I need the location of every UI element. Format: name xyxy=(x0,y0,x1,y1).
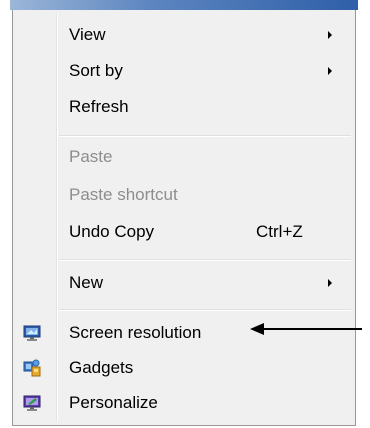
menu-item-label: New xyxy=(69,273,104,292)
menu-item-label: Undo Copy xyxy=(69,222,155,241)
menu-item-refresh[interactable]: Refresh xyxy=(15,90,353,124)
menu-item-new[interactable]: New xyxy=(15,266,353,300)
menu-item-view[interactable]: View xyxy=(15,18,353,52)
gadgets-icon xyxy=(23,359,41,377)
submenu-arrow-icon xyxy=(328,279,332,287)
submenu-arrow-icon xyxy=(328,31,332,39)
menu-item-label: Sort by xyxy=(69,61,123,80)
menu-item-shortcut: Ctrl+Z xyxy=(256,222,303,241)
page: View Sort by Refresh Paste Paste shortcu… xyxy=(0,0,370,428)
menu-item-paste: Paste xyxy=(15,140,353,174)
menu-item-label: View xyxy=(69,25,106,44)
menu-item-label: Screen resolution xyxy=(69,323,202,342)
menu-item-sort-by[interactable]: Sort by xyxy=(15,54,353,88)
menu-item-paste-shortcut: Paste shortcut xyxy=(15,178,353,212)
menu-separator xyxy=(59,259,351,261)
desktop-context-menu: View Sort by Refresh Paste Paste shortcu… xyxy=(12,10,356,426)
menu-item-label: Paste shortcut xyxy=(69,185,178,204)
menu-item-label: Paste xyxy=(69,147,113,166)
menu-separator xyxy=(59,309,351,311)
personalize-icon xyxy=(23,395,41,411)
window-edge xyxy=(10,0,358,10)
monitor-icon xyxy=(23,325,41,341)
submenu-arrow-icon xyxy=(328,67,332,75)
menu-item-undo-copy[interactable]: Undo Copy Ctrl+Z xyxy=(15,215,353,249)
annotation-arrow-icon xyxy=(250,323,362,335)
menu-item-label: Personalize xyxy=(69,393,158,412)
menu-item-label: Refresh xyxy=(69,97,129,116)
menu-item-label: Gadgets xyxy=(69,358,134,377)
menu-separator xyxy=(59,135,351,137)
menu-item-gadgets[interactable]: Gadgets xyxy=(15,351,353,385)
menu-item-personalize[interactable]: Personalize xyxy=(15,386,353,420)
